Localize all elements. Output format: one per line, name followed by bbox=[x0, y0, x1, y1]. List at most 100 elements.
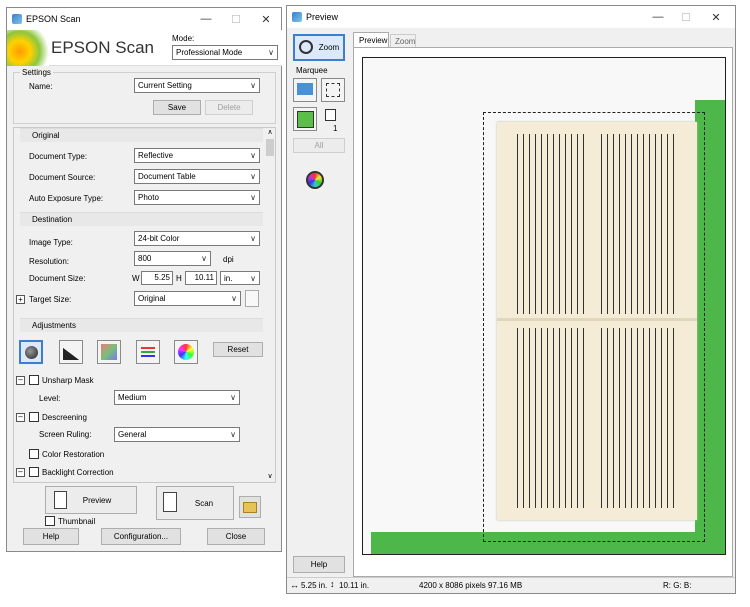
scroll-down-icon[interactable]: ∨ bbox=[265, 472, 275, 482]
chevron-down-icon: ∨ bbox=[250, 151, 256, 160]
histogram-icon[interactable] bbox=[59, 340, 83, 364]
image-type-label: Image Type: bbox=[29, 238, 73, 247]
close-window-button[interactable]: ✕ bbox=[701, 6, 731, 28]
adjustments-section-header: Adjustments bbox=[20, 318, 263, 332]
document-source-value: Document Table bbox=[138, 172, 196, 181]
preview-button[interactable]: Preview bbox=[45, 486, 137, 514]
width-input[interactable]: 5.25 bbox=[141, 271, 173, 285]
resolution-select[interactable]: 800 ∨ bbox=[134, 251, 211, 266]
marquee-selection[interactable] bbox=[483, 112, 705, 542]
mode-value: Professional Mode bbox=[176, 48, 243, 57]
status-height: 10.11 in. bbox=[339, 581, 370, 590]
backlight-correction-checkbox[interactable] bbox=[29, 467, 39, 477]
screen-ruling-select[interactable]: General ∨ bbox=[114, 427, 240, 442]
level-select[interactable]: Medium ∨ bbox=[114, 390, 240, 405]
close-window-button[interactable]: ✕ bbox=[251, 8, 281, 30]
window-title: EPSON Scan bbox=[26, 14, 81, 24]
marquee-edit-icon[interactable] bbox=[293, 78, 317, 102]
resolution-value: 800 bbox=[138, 254, 152, 263]
epson-scan-window: EPSON Scan — ☐ ✕ EPSON Scan Mode: Profes… bbox=[6, 7, 282, 552]
auto-exposure-icon[interactable] bbox=[19, 340, 43, 364]
descreening-checkbox[interactable] bbox=[29, 412, 39, 422]
original-section-header: Original bbox=[20, 128, 263, 142]
marquee-label: Marquee bbox=[296, 66, 328, 75]
scan-button[interactable]: Scan bbox=[156, 486, 234, 520]
minimize-button[interactable]: — bbox=[643, 6, 673, 28]
tab-preview[interactable]: Preview bbox=[353, 32, 389, 47]
new-marquee-icon[interactable] bbox=[325, 109, 336, 121]
folder-button[interactable] bbox=[239, 496, 261, 518]
level-label: Level: bbox=[39, 394, 61, 403]
help-button[interactable]: Help bbox=[23, 528, 79, 545]
scroll-up-icon[interactable]: ∧ bbox=[265, 128, 275, 138]
tone-curve-icon[interactable] bbox=[97, 340, 121, 364]
thumbnail-checkbox[interactable] bbox=[45, 516, 55, 526]
color-restoration-checkbox[interactable] bbox=[29, 449, 39, 459]
marquee-count: 1 bbox=[333, 124, 338, 133]
image-type-value: 24-bit Color bbox=[138, 234, 180, 243]
zoom-button[interactable]: Zoom bbox=[293, 34, 345, 61]
marquee-select-icon[interactable] bbox=[321, 78, 345, 102]
mode-label: Mode: bbox=[172, 34, 195, 43]
close-button[interactable]: Close bbox=[207, 528, 265, 545]
preview-help-button[interactable]: Help bbox=[293, 556, 345, 573]
minimize-button[interactable]: — bbox=[191, 8, 221, 30]
preview-window: Preview — ☐ ✕ Zoom Marquee 1 All Preview… bbox=[286, 5, 736, 594]
document-type-label: Document Type: bbox=[29, 152, 88, 161]
maximize-button[interactable]: ☐ bbox=[671, 6, 701, 28]
magnifier-icon bbox=[299, 40, 313, 54]
scan-label: Scan bbox=[194, 498, 214, 508]
color-palette-icon[interactable] bbox=[174, 340, 198, 364]
backlight-correction-label: Backlight Correction bbox=[42, 468, 114, 477]
chevron-down-icon: ∨ bbox=[250, 193, 256, 202]
document-source-select[interactable]: Document Table ∨ bbox=[134, 169, 260, 184]
chevron-down-icon: ∨ bbox=[250, 81, 256, 90]
configuration-button[interactable]: Configuration... bbox=[101, 528, 181, 545]
scan-bed[interactable] bbox=[362, 57, 726, 555]
document-type-select[interactable]: Reflective ∨ bbox=[134, 148, 260, 163]
save-button[interactable]: Save bbox=[153, 100, 201, 115]
color-restoration-label: Color Restoration bbox=[42, 450, 105, 459]
auto-locate-icon[interactable] bbox=[293, 107, 317, 131]
reset-button[interactable]: Reset bbox=[213, 342, 263, 357]
height-arrow-icon: ↕ bbox=[330, 579, 335, 589]
descreening-label: Descreening bbox=[42, 413, 87, 422]
target-size-select[interactable]: Original ∨ bbox=[134, 291, 241, 306]
collapse-descreening-icon[interactable]: – bbox=[16, 413, 25, 422]
chevron-down-icon: ∨ bbox=[231, 294, 237, 303]
mode-select[interactable]: Professional Mode ∨ bbox=[172, 45, 278, 60]
unsharp-mask-label: Unsharp Mask bbox=[42, 376, 94, 385]
document-icon bbox=[54, 491, 67, 509]
chevron-down-icon: ∨ bbox=[250, 172, 256, 181]
thumbnail-label: Thumbnail bbox=[58, 517, 96, 526]
scroll-thumb[interactable] bbox=[266, 139, 274, 156]
unit-select[interactable]: in. ∨ bbox=[220, 271, 260, 285]
name-label: Name: bbox=[29, 82, 53, 91]
delete-button[interactable]: Delete bbox=[205, 100, 253, 115]
auto-exposure-select[interactable]: Photo ∨ bbox=[134, 190, 260, 205]
image-adjustment-icon[interactable] bbox=[136, 340, 160, 364]
target-size-value: Original bbox=[138, 294, 166, 303]
status-pixels: 4200 x 8086 pixels 97.16 MB bbox=[419, 581, 523, 590]
color-analysis-icon[interactable] bbox=[304, 169, 328, 193]
name-select[interactable]: Current Setting ∨ bbox=[134, 78, 260, 93]
height-input[interactable]: 10.11 bbox=[185, 271, 217, 285]
status-bar: ↔ 5.25 in. ↕ 10.11 in. 4200 x 8086 pixel… bbox=[287, 577, 735, 593]
scan-document-icon bbox=[163, 492, 177, 512]
expand-target-size-icon[interactable]: + bbox=[16, 295, 25, 304]
width-arrow-icon: ↔ bbox=[290, 580, 299, 590]
chevron-down-icon: ∨ bbox=[250, 234, 256, 243]
tab-zoom[interactable]: Zoom bbox=[390, 34, 416, 47]
scrollbar[interactable]: ∧ ∨ bbox=[265, 128, 275, 482]
destination-section-header: Destination bbox=[20, 212, 263, 226]
maximize-button[interactable]: ☐ bbox=[221, 8, 251, 30]
collapse-unsharp-icon[interactable]: – bbox=[16, 376, 25, 385]
collapse-backlight-icon[interactable]: – bbox=[16, 468, 25, 477]
chevron-down-icon: ∨ bbox=[201, 254, 207, 263]
all-button[interactable]: All bbox=[293, 138, 345, 153]
status-size: 5.25 in. bbox=[301, 581, 328, 590]
unsharp-mask-checkbox[interactable] bbox=[29, 375, 39, 385]
orientation-icon[interactable] bbox=[245, 290, 259, 307]
image-type-select[interactable]: 24-bit Color ∨ bbox=[134, 231, 260, 246]
document-size-label: Document Size: bbox=[29, 274, 86, 283]
